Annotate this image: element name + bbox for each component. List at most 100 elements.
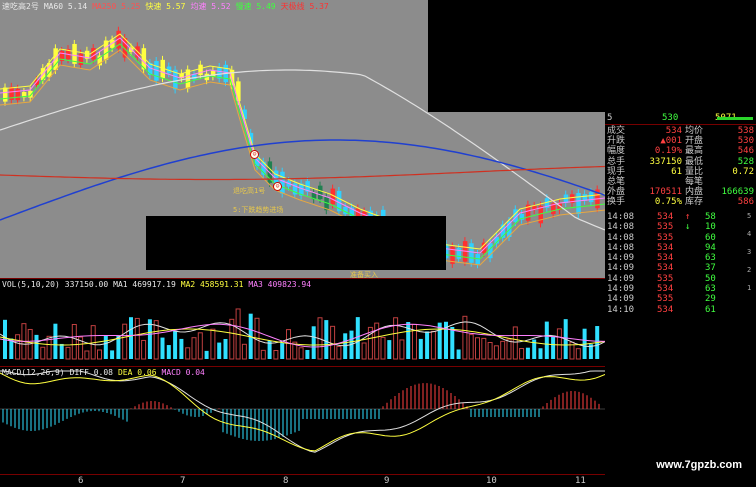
macd-panel[interactable]: MACD(12,26,9) DIFF 0.08 DEA 0.06 MACD 0.04 [0, 366, 605, 474]
volume-bar [204, 350, 209, 359]
volume-bar [147, 319, 152, 359]
trade-price: 535 [657, 222, 674, 233]
quote-label: 最低 [685, 156, 704, 167]
trade-direction-icon: ↑ [685, 212, 691, 222]
volume-bar [15, 334, 21, 360]
indicator-value: MACD(12,26,9) [2, 368, 65, 377]
signal-label: 退吃高1号 [233, 187, 266, 195]
volume-bar [336, 345, 342, 360]
quote-label: 每笔 [685, 176, 704, 187]
volume-bar [387, 340, 392, 359]
trade-row[interactable]: 14:09 534 63 [605, 253, 756, 263]
date-axis: 6 7 8 9 10 11 [0, 474, 605, 487]
trade-direction-icon: ↓ [685, 222, 691, 233]
trade-time: 14:09 [607, 263, 635, 274]
indicator-value: DIFF 0.08 [69, 368, 113, 377]
redacted-region [146, 216, 446, 270]
trade-row[interactable]: 14:08 535 60 [605, 233, 756, 243]
quote-value: 534 [665, 126, 682, 136]
quote-label: 内盘 [685, 187, 704, 198]
quote-row: 总手 337150 最低 528 [605, 157, 756, 167]
volume-bar [173, 330, 178, 359]
volume-bar [399, 339, 405, 360]
trade-qty: 63 [705, 284, 716, 295]
indicator-value: 速吃高2号 [2, 2, 39, 11]
quote-value: 586 [737, 197, 754, 208]
volume-bar [538, 348, 543, 359]
candle [456, 247, 462, 259]
volume-bar [129, 317, 133, 359]
trade-price: 534 [657, 304, 674, 315]
indicator-value: MA60 5.14 [43, 2, 88, 11]
trade-qty: 58 [705, 212, 716, 222]
volume-bar [512, 326, 518, 360]
trade-qty: 29 [705, 294, 716, 305]
trade-price: 534 [657, 263, 674, 274]
volume-bar [166, 345, 171, 359]
quote-row: 总笔 每笔 [605, 177, 756, 187]
trade-row[interactable]: 14:10 534 61 [605, 305, 756, 315]
depth-scale-tick: 1 [747, 284, 752, 292]
volume-bar [185, 347, 191, 360]
indicator-value: 337150.00 [64, 280, 109, 289]
indicator-value: MA2 458591.31 [180, 280, 244, 289]
trade-row[interactable]: 14:08 534 58 ↑ [605, 212, 756, 222]
trade-time: 14:08 [607, 212, 635, 222]
chart-area[interactable]: 速吃高2号 MA60 5.14 MA250 5.25 快速 5.57 均速 5.52 慢速… [0, 0, 605, 487]
trade-time: 14:08 [607, 222, 635, 233]
volume-canvas [0, 308, 605, 360]
indicator-value: 均速 5.52 [190, 2, 231, 11]
quote-value: 166639 [721, 187, 754, 198]
trade-row[interactable]: 14:08 535 10 ↓ [605, 222, 756, 232]
volume-bar [34, 334, 39, 359]
trade-row[interactable]: 14:08 534 94 [605, 243, 756, 253]
indicator-value: MA250 5.25 [92, 2, 141, 11]
trade-row[interactable]: 14:09 534 37 [605, 263, 756, 273]
quote-value: 546 [737, 146, 754, 157]
quote-row: 换手 0.75% 库存 586 [605, 197, 756, 207]
depth-scale-tick: 3 [747, 248, 752, 256]
volume-bar [717, 117, 753, 120]
volume-bar [575, 348, 581, 360]
quote-header-level: 5 [607, 113, 613, 123]
quote-value: 0.72 [732, 166, 754, 177]
volume-bar [223, 338, 228, 359]
date-tick: 10 [486, 476, 497, 486]
trade-row[interactable]: 14:09 534 63 [605, 284, 756, 294]
volume-bar [393, 317, 399, 360]
quote-label: 库存 [685, 197, 704, 208]
volume-bar [260, 349, 266, 360]
volume-bar [160, 337, 165, 359]
volume-bar [462, 315, 468, 360]
volume-bar [481, 337, 487, 360]
trade-price: 535 [657, 232, 674, 243]
candle [3, 87, 8, 102]
volume-panel[interactable]: VOL(5,10,20) 337150.00 MA1 469917.19 MA2 45… [0, 278, 605, 366]
macd-indicator-title: MACD(12,26,9) DIFF 0.08 DEA 0.06 MACD 0.04 [2, 368, 210, 377]
trade-time: 14:09 [607, 294, 635, 305]
candle [469, 243, 474, 263]
quote-value: 538 [737, 126, 754, 136]
candle [78, 53, 84, 65]
volume-bar [97, 349, 102, 360]
volume-bar [122, 323, 128, 360]
trade-time: 14:09 [607, 284, 635, 295]
tick-trades-list[interactable]: 14:08 534 58 ↑ 14:08 535 10 ↓ 14:08 535 60 14:08 534… [605, 212, 756, 315]
quote-row: 外盘 170511 内盘 166639 [605, 187, 756, 197]
quote-label: 最高 [685, 146, 704, 157]
volume-bar [298, 347, 304, 360]
trade-row[interactable]: 14:09 535 50 [605, 274, 756, 284]
trade-qty: 94 [705, 242, 716, 253]
trade-qty: 63 [705, 253, 716, 264]
volume-bar [110, 350, 115, 359]
trade-price: 535 [657, 294, 674, 305]
trade-price: 535 [657, 273, 674, 284]
trade-row[interactable]: 14:09 535 29 [605, 294, 756, 304]
volume-bar [197, 332, 203, 360]
volume-bar [506, 338, 512, 360]
volume-bar [418, 338, 423, 359]
trade-price: 534 [657, 284, 674, 295]
volume-bar [380, 336, 386, 360]
volume-bar [59, 343, 64, 359]
volume-bar [191, 337, 197, 360]
